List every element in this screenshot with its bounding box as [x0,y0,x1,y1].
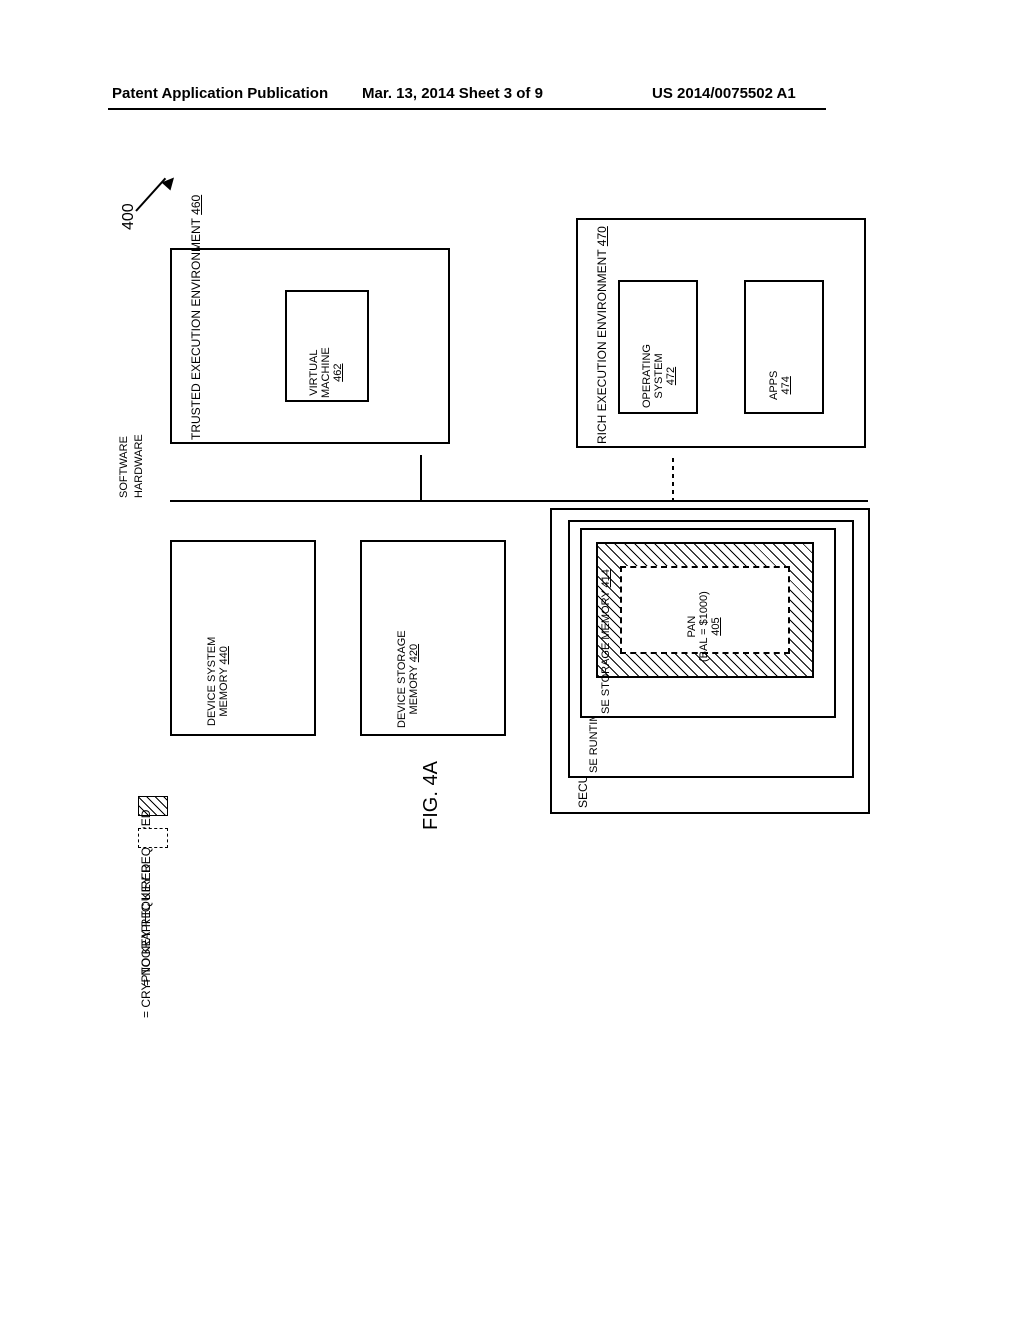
os-ref: 472 [665,367,677,385]
tee-connector [420,455,422,500]
legend-nokey-label: = NO KEY REQUIRED [139,864,153,986]
apps-line1: APPS [768,371,780,400]
header-mid: Mar. 13, 2014 Sheet 3 of 9 [362,85,543,102]
ree-connector-dashed [672,458,674,500]
apps-ref: 474 [780,376,792,394]
dsm-line2: MEMORY [218,664,230,716]
pan-label: PAN (BAL = $1000) 405 [686,591,722,662]
device-storage-memory-box [360,540,506,736]
header-left: Patent Application Publication [112,85,328,102]
dstm-line1: DEVICE STORAGE [396,630,408,728]
header-right: US 2014/0075502 A1 [652,85,796,102]
rich-execution-environment-label: RICH EXECUTION ENVIRONMENT 470 [595,226,609,444]
trusted-execution-environment-label: TRUSTED EXECUTION ENVIRONMENT 460 [189,195,203,440]
dstm-ref: 420 [408,644,420,662]
figure-number: 400 [120,203,138,230]
device-system-memory-box [170,540,316,736]
dsm-line1: DEVICE SYSTEM [206,637,218,726]
device-storage-memory-label: DEVICE STORAGE MEMORY 420 [396,630,420,728]
hardware-label: HARDWARE [133,434,145,498]
tee-text: TRUSTED EXECUTION ENVIRONMENT [189,215,203,440]
os-line2: SYSTEM [653,353,665,398]
vm-line1: VIRTUAL [308,350,320,396]
dstm-line2: MEMORY [408,662,420,714]
tee-ref: 460 [189,195,203,215]
dsm-ref: 440 [218,646,230,664]
pan-line1: PAN [686,616,698,638]
pan-ref: 405 [710,617,722,635]
legend-swatch-nokey-icon [138,828,168,848]
pan-line2: (BAL = $1000) [698,591,710,662]
apps-label: APPS 474 [768,371,792,400]
os-line1: OPERATING [641,344,653,408]
figure-area: 400 TRUSTED EXECUTION ENVIRONMENT 460 VI… [130,230,890,1050]
ree-text: RICH EXECUTION ENVIRONMENT [595,246,609,444]
header-rule [108,108,826,110]
device-system-memory-label: DEVICE SYSTEM MEMORY 440 [206,637,230,726]
figure-number-arrowhead [162,174,179,191]
vm-ref: 462 [332,363,344,381]
vm-line2: MACHINE [320,347,332,398]
virtual-machine-label: VIRTUAL MACHINE 462 [308,347,344,398]
software-hardware-divider [170,500,868,502]
ree-ref: 470 [595,226,609,246]
software-label: SOFTWARE [118,436,130,498]
figure-caption: FIG. 4A [420,761,443,830]
operating-system-label: OPERATING SYSTEM 472 [641,344,677,408]
